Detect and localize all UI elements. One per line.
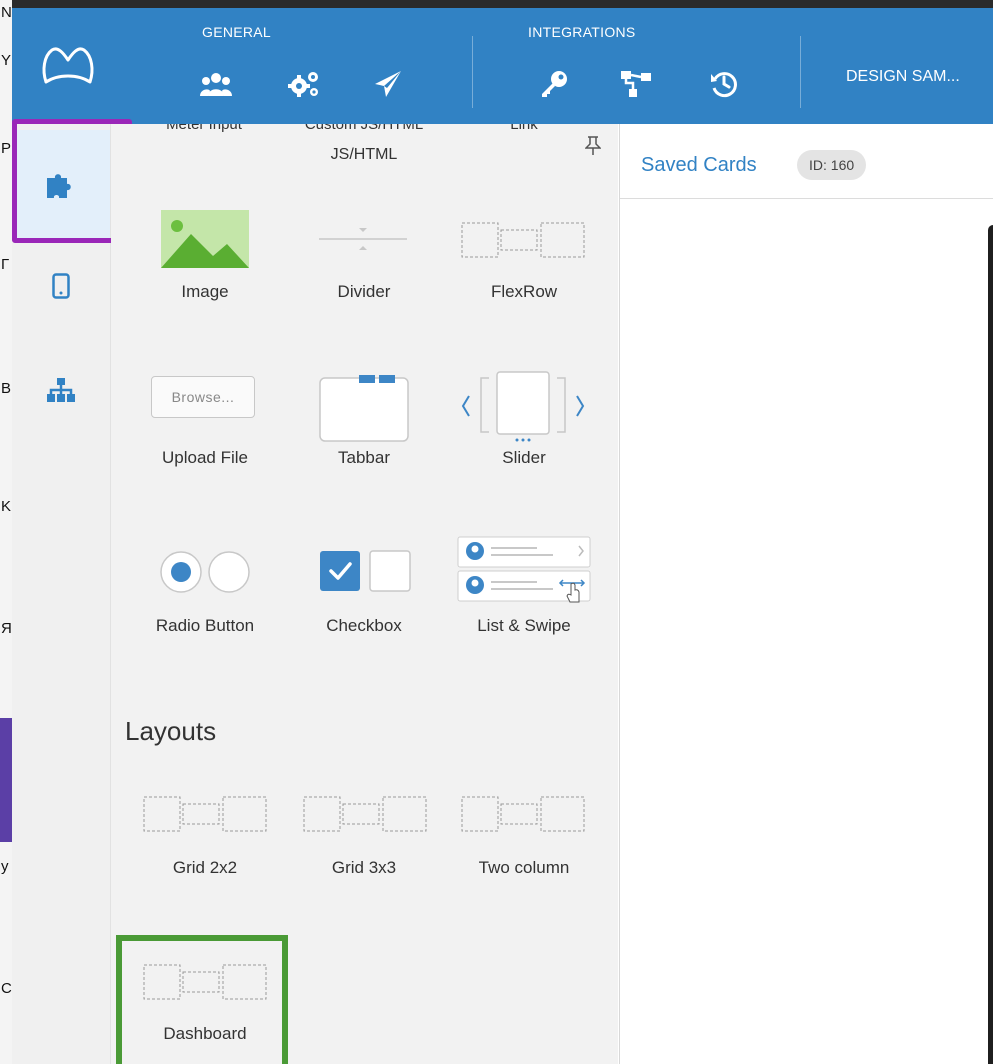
divider-icon[interactable] xyxy=(319,222,407,256)
checkbox-icon[interactable] xyxy=(319,550,411,592)
list-swipe-icon[interactable] xyxy=(457,534,591,608)
window-frame xyxy=(12,0,993,8)
top-header: GENERAL INTEGRATIONS DESIGN SAM... xyxy=(12,8,993,124)
components-panel: Meter Input Custom JS/HTML Link JS/HTML … xyxy=(111,124,618,1064)
tile-label: Slider xyxy=(502,448,546,467)
key-icon[interactable] xyxy=(534,64,574,104)
page-header: Saved Cards ID: 160 xyxy=(620,124,993,199)
tile-label: Checkbox xyxy=(326,616,402,635)
page-title[interactable]: Saved Cards xyxy=(641,154,757,177)
tile-label: Radio Button xyxy=(155,616,255,635)
grid-2x2-icon[interactable] xyxy=(143,796,267,832)
tile-label-partial: Meter Input xyxy=(166,124,242,133)
tile-label: List & Swipe xyxy=(477,616,571,635)
sitemap-icon xyxy=(47,378,75,402)
layouts-section-title: Layouts xyxy=(125,716,217,746)
app-name-button[interactable]: DESIGN SAM... xyxy=(846,68,960,86)
tile-label: Grid 2x2 xyxy=(172,858,238,877)
icon-rail xyxy=(12,124,111,1064)
custom-js-html-label[interactable]: JS/HTML xyxy=(284,146,444,164)
tile-label: Divider xyxy=(337,282,391,301)
main-canvas: Saved Cards ID: 160 xyxy=(619,124,993,1064)
annotation-highlight-green xyxy=(116,935,288,1064)
users-icon[interactable] xyxy=(196,64,236,104)
mobile-icon xyxy=(52,273,70,299)
tile-label: Two column xyxy=(478,858,570,877)
header-divider xyxy=(800,36,801,108)
id-badge: ID: 160 xyxy=(797,150,867,180)
grid-3x3-icon[interactable] xyxy=(303,796,427,832)
flexrow-icon[interactable] xyxy=(461,222,585,258)
tile-label-partial: Link xyxy=(510,124,538,133)
tile-label: Image xyxy=(181,282,229,301)
integrations-group-label: INTEGRATIONS xyxy=(528,24,636,40)
send-icon[interactable] xyxy=(368,64,408,104)
hierarchy-icon[interactable] xyxy=(616,64,656,104)
general-group-label: GENERAL xyxy=(202,24,272,40)
gears-icon[interactable] xyxy=(284,64,324,104)
app-logo-icon[interactable] xyxy=(40,42,96,88)
tile-label: Tabbar xyxy=(338,448,390,467)
two-column-icon[interactable] xyxy=(461,796,585,832)
device-preview-edge xyxy=(988,225,993,1064)
upload-file-icon[interactable]: Browse... xyxy=(151,376,255,418)
image-icon[interactable] xyxy=(161,210,249,268)
rail-item-structure[interactable] xyxy=(12,370,110,410)
tile-label: Grid 3x3 xyxy=(331,858,397,877)
tabbar-icon[interactable] xyxy=(319,372,409,442)
slider-icon[interactable] xyxy=(461,370,585,444)
tile-label-partial: Custom JS/HTML xyxy=(304,124,424,133)
pin-icon[interactable] xyxy=(585,136,601,156)
rail-item-device[interactable] xyxy=(12,266,110,306)
tile-label: FlexRow xyxy=(490,282,558,301)
tile-label: Upload File xyxy=(162,448,248,467)
header-divider xyxy=(472,36,473,108)
radio-button-icon[interactable] xyxy=(159,550,251,594)
history-icon[interactable] xyxy=(704,64,744,104)
